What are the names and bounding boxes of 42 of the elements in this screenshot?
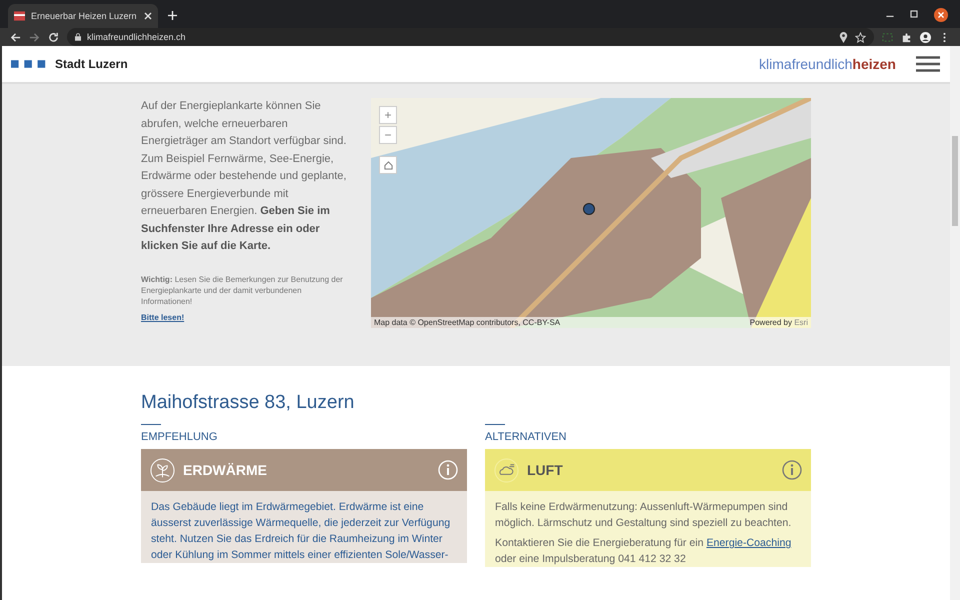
address-bar[interactable]: klimafreundlichheizen.ch — [67, 28, 874, 46]
star-icon[interactable] — [855, 32, 866, 42]
cloud-icon — [494, 458, 519, 482]
close-icon[interactable] — [934, 8, 948, 22]
powered-by-text: Powered by Esri — [750, 318, 808, 327]
note-paragraph: Wichtig: Lesen Sie die Bemerkungen zur Benutzung der Energieplankarte und der damit verbundenen Informationen! — [141, 274, 344, 306]
site-logo[interactable]: klimafreundlichheizen — [759, 56, 896, 72]
zoom-in-button[interactable]: + — [379, 106, 397, 124]
puzzle-icon[interactable] — [901, 32, 912, 42]
scrollbar-thumb[interactable] — [952, 136, 958, 226]
brand-name[interactable]: Stadt Luzern — [55, 57, 128, 71]
flag-icon — [14, 11, 25, 21]
back-icon[interactable] — [10, 32, 21, 42]
card-header: LUFT — [485, 449, 811, 491]
card-text: Kontaktieren Sie die Energieberatung für ein Energie-Coaching oder eine Impulsberatung 041 412 32 32 — [495, 536, 792, 567]
plant-icon — [150, 458, 175, 482]
location-pin-icon[interactable] — [838, 32, 849, 42]
section-heading: EMPFEHLUNG — [141, 431, 218, 443]
lock-icon — [75, 33, 81, 41]
browser-tab[interactable]: Erneuerbar Heizen Luzern — [8, 4, 158, 28]
close-icon[interactable] — [144, 12, 152, 20]
read-link[interactable]: Bitte lesen! — [141, 312, 184, 322]
forward-icon[interactable] — [29, 32, 40, 42]
maximize-icon[interactable] — [908, 8, 920, 20]
map-attribution: Map data © OpenStreetMap contributors, CC-BY-SA — [374, 318, 560, 327]
menu-icon[interactable] — [916, 56, 940, 72]
zoom-out-button[interactable]: − — [379, 126, 397, 144]
home-button[interactable] — [379, 156, 397, 174]
card-text: Falls keine Erdwärmenutzung: Aussenluft-Wärmepumpen sind möglich. Lärmschutz und Gestaltung sind speziell zu beachten. — [495, 500, 792, 531]
profile-icon[interactable] — [920, 32, 931, 42]
coaching-link[interactable]: Energie-Coaching — [706, 537, 792, 549]
home-icon — [384, 160, 392, 170]
tab-title: Erneuerbar Heizen Luzern — [31, 11, 138, 21]
info-icon[interactable] — [782, 460, 802, 480]
card-text: Das Gebäude liegt im Erdwärmegebiet. Erdwärme ist eine äusserst zuverlässige Wärmequelle, die jederzeit zur Verfügung steht. Nutzen Sie das Erdreich für die Raumheizung im Winter oder Kühlung im Sommer mittels einer effizienten Sole/Wasser- — [151, 500, 452, 563]
intro-paragraph: Auf der Energieplankarte können Sie abrufen, welche erneuerbaren Energieträger am Standort verfügbar sind. Zum Beispiel Fernwärme, See-Energie, Erdwärme oder bestehende und geplante, grössere Energieverbunde mit erneuerbaren Energien. Geben Sie im Suchfenster Ihre Adresse ein oder klicken Sie auf die Karte. — [141, 99, 348, 254]
card-header: ERDWÄRME — [141, 449, 467, 491]
reload-icon[interactable] — [48, 32, 59, 42]
new-tab-icon[interactable] — [168, 11, 177, 20]
section-heading: ALTERNATIVEN — [485, 431, 568, 443]
map-view[interactable]: + − Map data © OpenStreetMap contributors, CC-BY-SA Powered by Esri — [371, 98, 811, 328]
address-heading: Maihofstrasse 83, Luzern — [141, 392, 356, 414]
